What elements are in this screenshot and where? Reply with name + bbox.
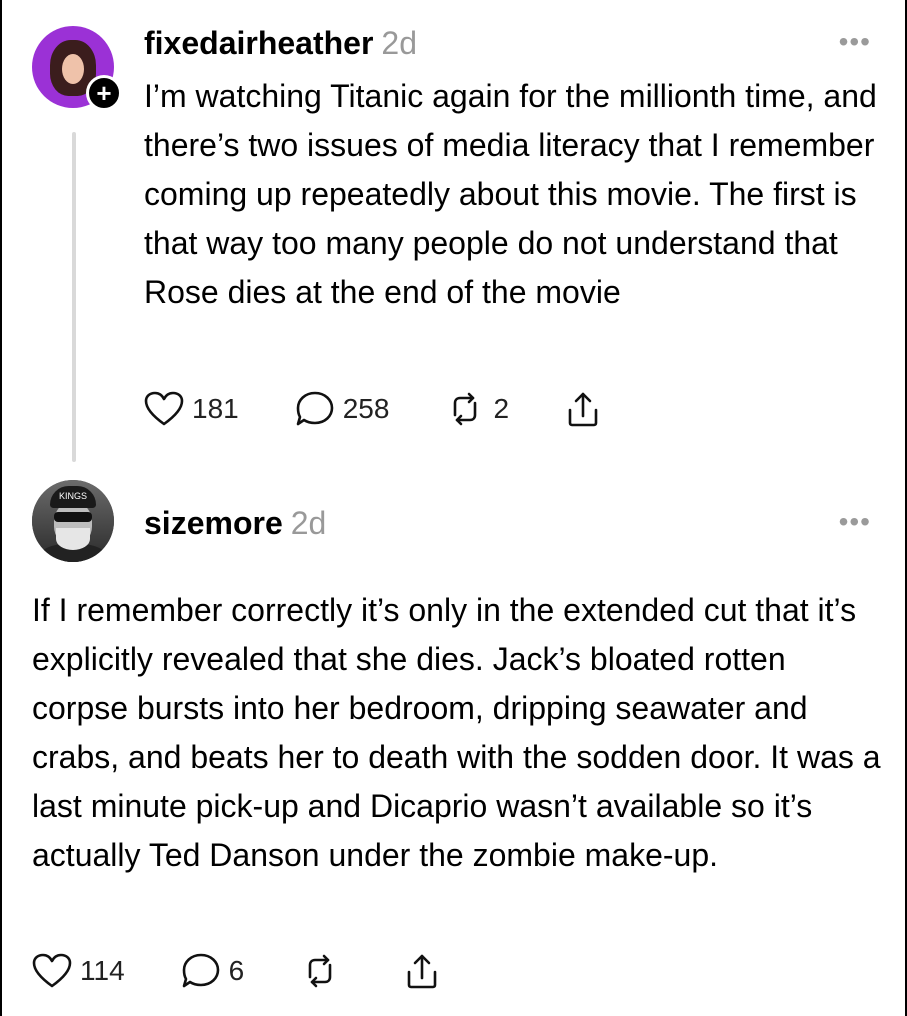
username[interactable]: sizemore [144,505,283,541]
heart-icon [32,953,72,988]
like-button[interactable]: 181 [144,391,239,427]
post-fixedairheather: + fixedairheather 2d ••• I’m watching Tit… [2,0,905,470]
avatar-beard [56,528,90,550]
share-button[interactable] [565,390,601,428]
reply-button[interactable]: 6 [181,952,245,990]
post-header: sizemore 2d [144,502,326,544]
more-options-icon[interactable]: ••• [839,28,871,56]
like-count: 114 [80,955,125,986]
like-count: 181 [192,393,239,424]
share-icon [568,392,598,427]
avatar-cap: KINGS [50,486,96,508]
avatar[interactable]: KINGS [32,480,114,562]
post-text: I’m watching Titanic again for the milli… [144,78,877,310]
heart-icon [144,391,184,426]
follow-button[interactable]: + [86,75,122,111]
reply-count: 258 [342,393,390,424]
thread-view: + fixedairheather 2d ••• I’m watching Tit… [0,0,907,1016]
comment-icon [296,391,334,426]
avatar-face [62,54,84,84]
repost-icon [308,954,332,988]
like-button[interactable]: 114 [32,953,125,989]
post-actions: 114 6 [32,952,496,990]
avatar-sunglasses [54,512,92,522]
repost-icon [454,392,477,426]
timestamp: 2d [290,505,327,541]
thread-line [72,132,76,462]
repost-button[interactable]: 2 [445,391,509,427]
share-button[interactable] [404,952,440,990]
reply-count: 6 [228,955,245,986]
comment-icon [182,953,219,988]
reply-button[interactable]: 258 [295,390,390,428]
more-options-icon[interactable]: ••• [839,508,871,536]
post-header: fixedairheather 2d [144,22,417,64]
post-text: If I remember correctly it’s only in the… [32,592,881,873]
post-actions: 181 258 2 [144,390,657,428]
username[interactable]: fixedairheather [144,25,373,61]
repost-count: 2 [493,393,510,424]
timestamp: 2d [381,25,418,61]
share-icon [407,954,437,989]
repost-button[interactable] [300,953,348,989]
